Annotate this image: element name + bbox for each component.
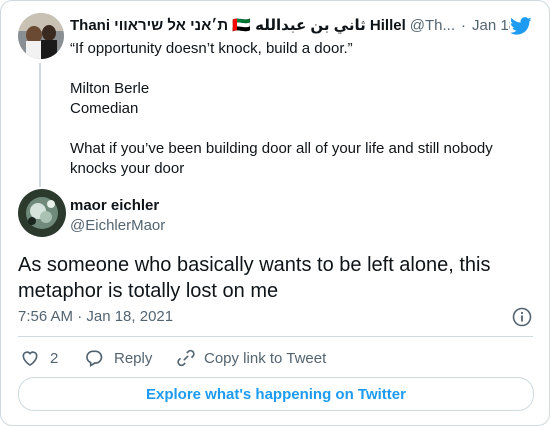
like-count: 2	[50, 349, 59, 367]
quoted-avatar[interactable]	[18, 13, 64, 59]
reply-label: Reply	[114, 349, 153, 367]
quoted-author-name[interactable]: Thani ת׳אני אל שיראווי 🇦🇪 ثاني بن عبدالل…	[70, 16, 406, 34]
quoted-line	[70, 119, 530, 139]
quoted-line: knocks your door	[70, 160, 185, 177]
quoted-author-handle[interactable]: @Th...	[410, 17, 455, 34]
heart-icon	[20, 348, 40, 368]
quoted-line: What if you’ve been building door all of…	[70, 140, 493, 157]
link-icon	[176, 348, 196, 368]
quoted-line: Milton Berle	[70, 80, 150, 97]
tweet-embed-card: Thani ת׳אני אל שיראווי 🇦🇪 ثاني بن عبدالل…	[0, 0, 550, 426]
quoted-text: “If opportunity doesn’t knock, build a d…	[70, 39, 530, 179]
explore-button[interactable]: Explore what's happening on Twitter	[18, 377, 534, 411]
divider	[18, 336, 533, 337]
author-avatar[interactable]	[18, 189, 66, 237]
thread-connector	[39, 63, 41, 187]
twitter-bird-icon[interactable]	[509, 15, 533, 37]
copy-link-label: Copy link to Tweet	[204, 349, 327, 367]
reply-action[interactable]: Reply	[84, 347, 152, 369]
tweet-text: As someone who basically wants to be lef…	[18, 254, 491, 302]
author-name[interactable]: maor eichler	[70, 197, 159, 214]
explore-label: Explore what's happening on Twitter	[146, 385, 406, 403]
copy-link-action[interactable]: Copy link to Tweet	[176, 347, 326, 369]
header-separator: ·	[461, 16, 466, 34]
quoted-line: Comedian	[70, 100, 139, 117]
reply-icon	[84, 348, 104, 368]
like-action[interactable]: 2	[20, 347, 58, 369]
quoted-line: “If opportunity doesn’t knock, build a d…	[70, 40, 353, 57]
quoted-header: Thani ת׳אני אל שיראווי 🇦🇪 ثاني بن عبدالل…	[70, 16, 510, 35]
author-handle[interactable]: @EichlerMaor	[70, 217, 165, 234]
tweet-timestamp[interactable]: 7:56 AM · Jan 18, 2021	[18, 308, 173, 325]
quoted-date[interactable]: Jan 18, 2021	[472, 17, 510, 34]
quoted-line	[70, 59, 530, 79]
info-icon[interactable]	[512, 307, 532, 327]
